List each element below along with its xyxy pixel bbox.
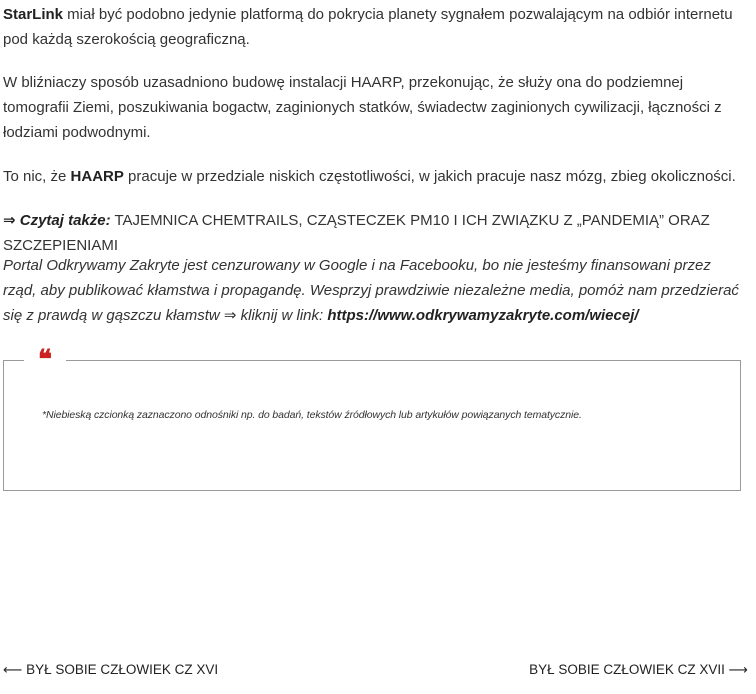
paragraph-starlink-text: miał być podobno jedynie platformą do po… xyxy=(3,6,733,48)
links-note: *Niebieską czcionką zaznaczono odnośniki… xyxy=(42,409,582,421)
prev-post-label: BYŁ SOBIE CZŁOWIEK CZ XVI xyxy=(22,662,219,677)
paragraph-haarp-pre: To nic, że xyxy=(3,168,71,185)
support-paragraph: Portal Odkrywamy Zakryte jest cenzurowan… xyxy=(3,253,748,328)
quote-icon: ❝ xyxy=(24,347,66,373)
read-also-prefix: ⇒ Czytaj także: xyxy=(3,212,111,229)
paragraph-haarp-frequency: To nic, że HAARP pracuje w przedziale ni… xyxy=(3,164,736,189)
next-post-label: BYŁ SOBIE CZŁOWIEK CZ XVII xyxy=(529,662,729,677)
paragraph-starlink: StarLink miał być podobno jedynie platfo… xyxy=(3,2,748,52)
read-also-line: ⇒ Czytaj także: TAJEMNICA CHEMTRAILS, CZ… xyxy=(3,208,748,258)
support-link-text: https://www.odkrywamyzakryte.com/wiecej/ xyxy=(327,307,639,324)
support-link[interactable]: https://www.odkrywamyzakryte.com/wiecej/ xyxy=(327,307,638,324)
paragraph-haarp-post: pracuje w przedziale niskich częstotliwo… xyxy=(123,168,736,185)
arrow-left-icon: ⟵ xyxy=(3,662,23,678)
bold-starlink: StarLink xyxy=(3,6,64,23)
paragraph-haarp-justification: W bliźniaczy sposób uzasadniono budowę i… xyxy=(3,74,722,141)
quote-box: ❝ *Niebieską czcionką zaznaczono odnośni… xyxy=(3,347,741,491)
bold-haarp: HAARP xyxy=(70,168,124,185)
next-post-link[interactable]: BYŁ SOBIE CZŁOWIEK CZ XVII ⟶ xyxy=(529,662,748,678)
arrow-right-icon: ⟶ xyxy=(728,662,748,678)
prev-post-link[interactable]: ⟵ BYŁ SOBIE CZŁOWIEK CZ XVI xyxy=(3,662,218,678)
